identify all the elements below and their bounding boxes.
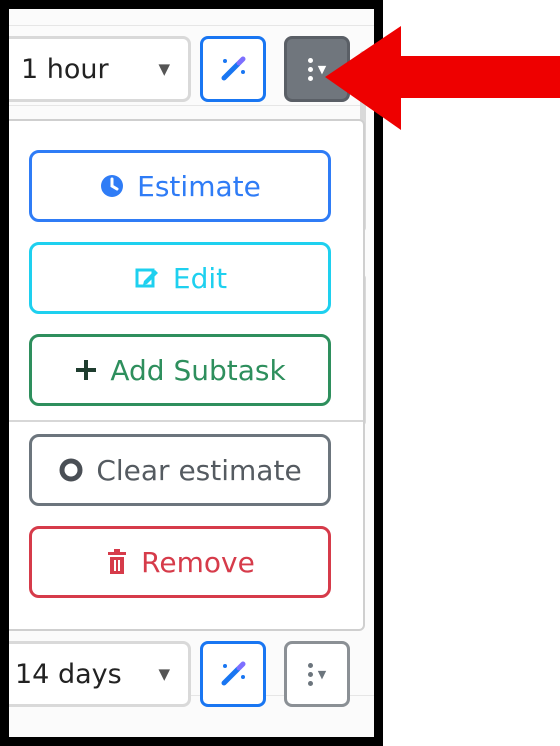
clear-estimate-button-label: Clear estimate xyxy=(96,453,302,487)
duration-select-top[interactable]: 1 hour ▼ xyxy=(9,36,191,102)
duration-select-bottom[interactable]: 14 days ▼ xyxy=(9,641,191,707)
plus-icon xyxy=(76,360,97,380)
estimate-button-label: Estimate xyxy=(137,169,261,203)
chevron-down-icon: ▼ xyxy=(317,667,327,681)
vertical-dots-icon xyxy=(307,57,313,81)
auto-estimate-button-bottom[interactable] xyxy=(200,641,266,707)
duration-select-value: 1 hour xyxy=(21,53,109,85)
red-arrow-annotation xyxy=(325,26,560,130)
row-divider xyxy=(9,105,374,106)
circle-outline-icon xyxy=(59,458,83,482)
edit-button[interactable]: Edit xyxy=(29,242,331,314)
edit-icon xyxy=(135,268,158,288)
chevron-down-icon: ▼ xyxy=(158,665,170,683)
row-actions-toggle-bottom[interactable]: ▼ xyxy=(284,641,350,707)
row-actions-menu: Estimate Edit Add Subtask Clear estimate… xyxy=(9,119,365,631)
remove-button[interactable]: Remove xyxy=(29,526,331,598)
auto-estimate-button-top[interactable] xyxy=(200,36,266,102)
screenshot-stage: 1 hour ▼ ▼ Estimate Edit Add Subtask Cle… xyxy=(0,0,560,746)
chevron-down-icon: ▼ xyxy=(158,60,170,78)
task-list-panel: 1 hour ▼ ▼ Estimate Edit Add Subtask Cle… xyxy=(9,9,374,737)
edit-button-label: Edit xyxy=(172,261,228,295)
add-subtask-button[interactable]: Add Subtask xyxy=(29,334,331,406)
estimate-button[interactable]: Estimate xyxy=(29,150,331,222)
trash-icon xyxy=(108,549,127,574)
magic-wand-icon xyxy=(221,661,246,686)
magic-wand-icon xyxy=(221,56,246,81)
add-subtask-button-label: Add Subtask xyxy=(110,353,286,387)
clock-icon xyxy=(101,175,124,197)
duration-select-value: 14 days xyxy=(15,658,122,690)
remove-button-label: Remove xyxy=(141,545,255,579)
clear-estimate-button[interactable]: Clear estimate xyxy=(29,434,331,506)
row-divider xyxy=(9,25,374,26)
vertical-dots-icon xyxy=(307,662,313,686)
menu-divider xyxy=(9,420,363,422)
